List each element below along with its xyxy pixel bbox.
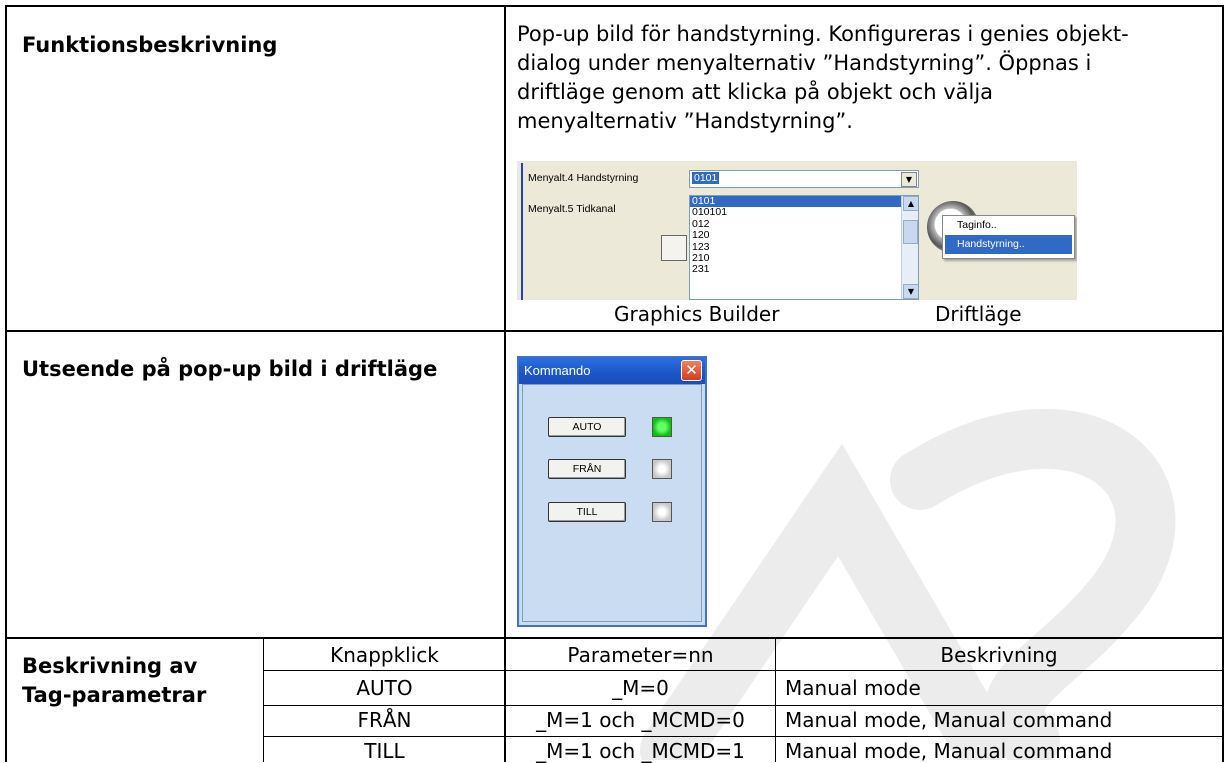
till-status-led: [652, 502, 672, 522]
context-menu-item-taginfo[interactable]: Taginfo..: [943, 216, 1074, 235]
tag-parameters-heading-line2: Tag-parametrar: [22, 683, 207, 707]
menu4-label: Menyalt.4 Handstyrning: [528, 172, 639, 184]
table-row-auto-description: Manual mode: [785, 676, 921, 700]
dropdown-item[interactable]: 231: [690, 263, 918, 275]
table-row-divider-2: [5, 637, 1224, 639]
combobox-dropdown-list: 0101 010101 012 120 123 210 231 ▲ ▼: [689, 195, 919, 300]
scroll-down-icon[interactable]: ▼: [903, 284, 918, 299]
kommando-popup-window: Kommando ✕ AUTO FRÅN TILL: [517, 356, 707, 627]
dropdown-item[interactable]: 012: [690, 218, 918, 230]
column-header-beskrivning: Beskrivning: [940, 643, 1058, 667]
auto-button[interactable]: AUTO: [548, 417, 626, 437]
popup-title: Kommando: [524, 363, 591, 378]
caption-graphics-builder: Graphics Builder: [614, 302, 780, 326]
table-border-top: [5, 5, 1224, 7]
function-description-heading: Funktionsbeskrivning: [22, 33, 278, 57]
table-row-fran-parameter: _M=1 och _MCMD=0: [536, 708, 745, 732]
description-line-4: menyalternativ ”Handstyrning”.: [517, 109, 853, 133]
tag-parameters-heading-line1: Beskrivning av: [22, 654, 198, 678]
caption-driftlage: Driftläge: [935, 302, 1022, 326]
subtable-hline-3: [263, 736, 1224, 737]
dropdown-item[interactable]: 210: [690, 252, 918, 264]
table-row-fran-description: Manual mode, Manual command: [785, 708, 1113, 732]
scroll-thumb[interactable]: [903, 220, 918, 244]
till-button[interactable]: TILL: [548, 502, 626, 522]
dropdown-item[interactable]: 123: [690, 241, 918, 253]
chevron-down-icon[interactable]: ▼: [901, 172, 917, 187]
dropdown-scrollbar[interactable]: ▲ ▼: [901, 196, 918, 299]
table-row-auto-button: AUTO: [356, 676, 413, 700]
context-menu-item-handstyrning[interactable]: Handstyrning..: [945, 235, 1072, 254]
table-row-fran-button: FRÅN: [357, 708, 412, 732]
menu5-label: Menyalt.5 Tidkanal: [528, 203, 616, 215]
subtable-hline-1: [263, 670, 1224, 671]
dropdown-item[interactable]: 010101: [690, 206, 918, 218]
scroll-up-icon[interactable]: ▲: [903, 196, 918, 211]
description-line-1: Pop-up bild för handstyrning. Konfigurer…: [517, 22, 1129, 46]
popup-appearance-heading: Utseende på pop-up bild i driftläge: [22, 357, 438, 381]
dropdown-item[interactable]: 120: [690, 229, 918, 241]
graphics-builder-button: [661, 235, 687, 261]
function-description-text: Pop-up bild för handstyrning. Konfigurer…: [517, 20, 1207, 136]
popup-titlebar[interactable]: Kommando ✕: [519, 358, 705, 384]
fran-button[interactable]: FRÅN: [548, 459, 626, 479]
table-row-divider-1: [5, 330, 1224, 332]
column-header-knappklick: Knappklick: [330, 643, 439, 667]
configuration-screenshot: Menyalt.4 Handstyrning Menyalt.5 Tidkana…: [517, 161, 1077, 300]
table-row-till-button: TILL: [364, 739, 405, 763]
close-icon[interactable]: ✕: [681, 360, 702, 381]
document-page: Funktionsbeskrivning Pop-up bild för han…: [0, 0, 1229, 763]
table-row-auto-parameter: _M=0: [612, 676, 669, 700]
subtable-hline-2: [263, 705, 1224, 706]
description-line-2: dialog under menyalternativ ”Handstyrnin…: [517, 51, 1092, 75]
column-header-parameter: Parameter=nn: [567, 643, 714, 667]
description-line-3: driftläge genom att klicka på objekt och…: [517, 80, 994, 104]
auto-status-led: [652, 417, 672, 437]
fran-status-led: [652, 459, 672, 479]
table-row-till-parameter: _M=1 och _MCMD=1: [536, 739, 745, 763]
table-border-right: [1222, 5, 1224, 762]
table-border-left: [5, 5, 7, 762]
handstyrning-combobox[interactable]: 0101 ▼: [689, 170, 919, 188]
table-row-till-description: Manual mode, Manual command: [785, 739, 1113, 763]
combobox-selected-value: 0101: [692, 172, 720, 184]
context-menu: Taginfo.. Handstyrning..: [942, 215, 1075, 259]
